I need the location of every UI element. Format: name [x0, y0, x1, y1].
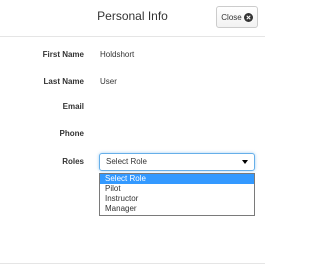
role-option-select-role[interactable]: Select Role [100, 174, 254, 184]
last-name-value: User [100, 77, 117, 86]
roles-label: Roles [62, 157, 84, 166]
first-name-value: Holdshort [100, 50, 135, 59]
first-name-row: First Name Holdshort [0, 50, 265, 66]
phone-row: Phone [0, 129, 265, 145]
email-row: Email [0, 102, 265, 118]
email-label: Email [62, 102, 84, 111]
roles-dropdown-list: Select Role Pilot Instructor Manager [99, 173, 255, 216]
close-button[interactable]: Close [216, 6, 258, 28]
role-option-pilot[interactable]: Pilot [100, 184, 254, 194]
chevron-down-icon [242, 160, 248, 164]
personal-info-dialog: Personal Info Close First Name Holdshort… [0, 0, 265, 280]
last-name-row: Last Name User [0, 77, 265, 93]
roles-select[interactable]: Select Role [99, 153, 255, 171]
role-option-instructor[interactable]: Instructor [100, 194, 254, 204]
close-button-label: Close [221, 12, 242, 22]
role-option-manager[interactable]: Manager [100, 204, 254, 214]
phone-label: Phone [59, 129, 84, 138]
last-name-label: Last Name [43, 77, 84, 86]
first-name-label: First Name [42, 50, 84, 59]
footer-divider [0, 263, 265, 264]
dialog-header: Personal Info Close [0, 0, 265, 37]
close-icon [243, 12, 253, 22]
roles-select-value: Select Role [106, 157, 147, 166]
